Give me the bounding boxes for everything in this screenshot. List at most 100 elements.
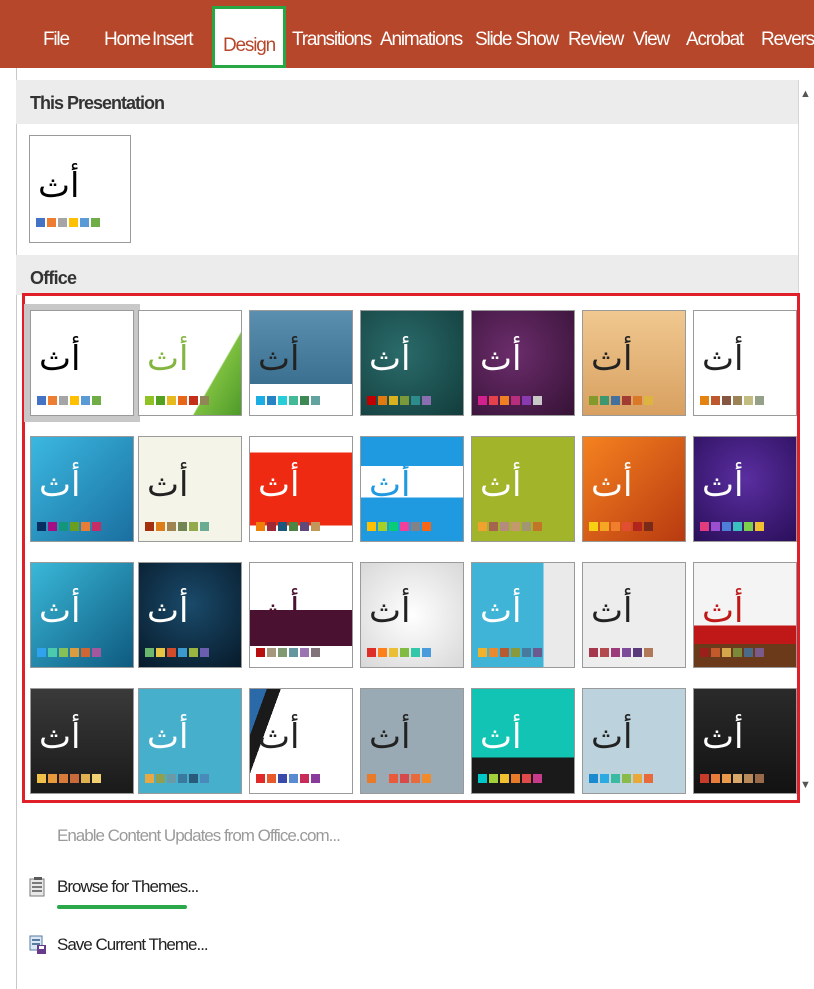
theme-circuit[interactable]: أث xyxy=(693,436,797,542)
color-swatches xyxy=(145,396,209,405)
theme-gallery[interactable]: أث xyxy=(693,562,797,668)
theme-glyph: أث xyxy=(369,465,411,505)
theme-glyph: أث xyxy=(39,591,81,631)
color-swatches xyxy=(256,774,320,783)
theme-glyph: أث xyxy=(38,166,80,206)
theme-glyph: أث xyxy=(147,465,189,505)
theme-droplet[interactable]: أث xyxy=(30,562,134,668)
color-swatches xyxy=(478,522,542,531)
gallery-scrollbar[interactable] xyxy=(798,80,814,800)
theme-vapor-trail[interactable]: أث xyxy=(360,562,464,668)
theme-glyph: أث xyxy=(480,465,522,505)
theme-integral[interactable]: أث xyxy=(249,310,353,416)
color-swatches xyxy=(589,522,653,531)
theme-badge[interactable]: أث xyxy=(249,436,353,542)
theme-main-event[interactable]: أث xyxy=(249,562,353,668)
tab-design[interactable]: Design xyxy=(212,6,286,68)
color-swatches xyxy=(589,774,653,783)
theme-glyph: أث xyxy=(258,339,300,379)
theme-ion-boardroom[interactable]: أث xyxy=(360,310,464,416)
color-swatches xyxy=(256,396,320,405)
theme-frame[interactable]: أث xyxy=(582,562,686,668)
theme-organic[interactable]: أث xyxy=(582,310,686,416)
theme-glyph: أث xyxy=(258,591,300,631)
color-swatches xyxy=(700,648,764,657)
theme-glyph: أث xyxy=(147,339,189,379)
theme-glyph: أث xyxy=(147,717,189,757)
color-swatches xyxy=(37,396,101,405)
color-swatches xyxy=(589,396,653,405)
theme-banded[interactable]: أث xyxy=(360,436,464,542)
theme-glyph: أث xyxy=(702,591,744,631)
tab-acrobat[interactable]: Acrobat xyxy=(686,0,744,68)
browse-themes-command[interactable]: Browse for Themes... xyxy=(57,877,199,897)
color-swatches xyxy=(37,774,101,783)
color-swatches xyxy=(145,648,209,657)
tab-view[interactable]: View xyxy=(633,0,670,68)
color-swatches xyxy=(478,396,542,405)
theme-metropolitan[interactable]: أث xyxy=(30,688,134,794)
theme-ion[interactable]: أث xyxy=(471,310,575,416)
tab-file[interactable]: File xyxy=(43,0,70,68)
theme-glyph: أث xyxy=(258,465,300,505)
color-swatches xyxy=(367,648,431,657)
theme-glyph: أث xyxy=(258,717,300,757)
ribbon-tab-bar: File Home Insert Design Transitions Anim… xyxy=(0,0,814,68)
save-current-theme-command[interactable]: Save Current Theme... xyxy=(57,935,209,955)
theme-glyph: أث xyxy=(591,591,633,631)
theme-savon[interactable]: أث xyxy=(471,562,575,668)
color-swatches xyxy=(478,648,542,657)
color-swatches xyxy=(700,774,764,783)
tab-insert[interactable]: Insert xyxy=(152,0,194,68)
theme-parallax[interactable]: أث xyxy=(138,688,242,794)
scroll-up-arrow-icon[interactable]: ▲ xyxy=(800,88,811,100)
tab-reverso[interactable]: Reverso xyxy=(761,0,814,68)
browse-themes-icon xyxy=(29,877,47,897)
theme-current[interactable]: أث xyxy=(29,135,131,243)
theme-glyph: أث xyxy=(702,465,744,505)
theme-glyph: أث xyxy=(39,717,81,757)
theme-slice[interactable]: أث xyxy=(30,436,134,542)
theme-berlin[interactable]: أث xyxy=(249,688,353,794)
color-swatches xyxy=(37,648,101,657)
tab-review[interactable]: Review xyxy=(568,0,624,68)
theme-headlines[interactable]: أث xyxy=(693,688,797,794)
theme-crop[interactable]: أث xyxy=(582,688,686,794)
color-swatches xyxy=(589,648,653,657)
tab-animations[interactable]: Animations xyxy=(380,0,463,68)
color-swatches xyxy=(700,522,764,531)
theme-glyph: أث xyxy=(369,717,411,757)
tab-transitions[interactable]: Transitions xyxy=(292,0,372,68)
theme-glyph: أث xyxy=(480,339,522,379)
theme-glyph: أث xyxy=(369,591,411,631)
enable-content-updates-command[interactable]: Enable Content Updates from Office.com..… xyxy=(57,826,341,846)
theme-glyph: أث xyxy=(480,591,522,631)
theme-mesh[interactable]: أث xyxy=(138,562,242,668)
theme-glyph: أث xyxy=(591,465,633,505)
theme-glyph: أث xyxy=(147,591,189,631)
theme-glyph: أث xyxy=(702,717,744,757)
tab-home[interactable]: Home xyxy=(104,0,151,68)
theme-glyph: أث xyxy=(591,717,633,757)
section-this-presentation: This Presentation xyxy=(16,80,798,124)
color-swatches xyxy=(367,522,431,531)
tab-slide-show[interactable]: Slide Show xyxy=(475,0,559,68)
color-swatches xyxy=(700,396,764,405)
theme-dividend[interactable]: أث xyxy=(582,436,686,542)
theme-retrospect[interactable]: أث xyxy=(693,310,797,416)
theme-basis[interactable]: أث xyxy=(471,436,575,542)
theme-facet[interactable]: أث xyxy=(138,310,242,416)
theme-wisp[interactable]: أث xyxy=(138,436,242,542)
theme-glyph: أث xyxy=(39,339,81,379)
theme-office[interactable]: أث xyxy=(24,304,140,422)
color-swatches xyxy=(367,396,431,405)
theme-glyph: أث xyxy=(369,339,411,379)
color-swatches xyxy=(256,648,320,657)
scroll-down-arrow-icon[interactable]: ▼ xyxy=(800,779,811,791)
color-swatches xyxy=(256,522,320,531)
theme-quotable[interactable]: أث xyxy=(471,688,575,794)
color-swatches xyxy=(37,522,101,531)
theme-depth[interactable]: أث xyxy=(360,688,464,794)
color-swatches xyxy=(145,522,209,531)
theme-glyph: أث xyxy=(480,717,522,757)
